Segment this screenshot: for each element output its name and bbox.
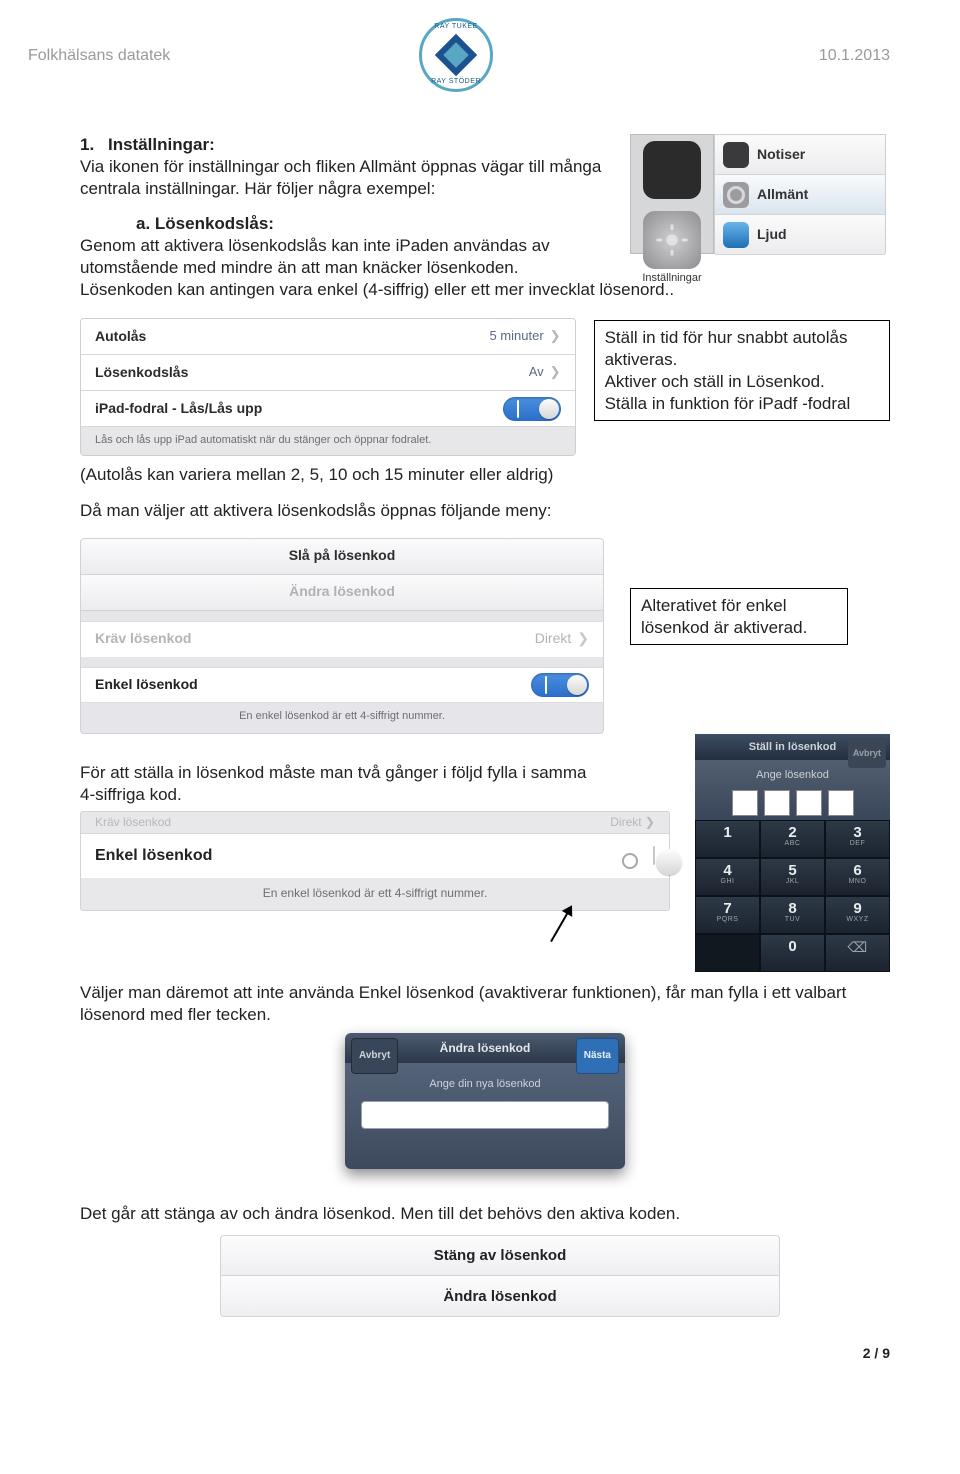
settings-row-label: Ljud xyxy=(757,226,787,244)
settings-row-ljud[interactable]: Ljud xyxy=(715,215,885,255)
note-set-code-twice: För att ställa in lösenkod måste man två… xyxy=(80,762,600,806)
row-autolas[interactable]: Autolås 5 minuter ❯ xyxy=(81,319,575,355)
arrow-annotation xyxy=(80,911,890,939)
backspace-key[interactable]: ⌫ xyxy=(825,934,890,972)
key-blank xyxy=(695,934,760,972)
row-enkel-losenkod[interactable]: Enkel lösenkod xyxy=(81,667,603,703)
page-number: 2 / 9 xyxy=(28,1345,890,1363)
note-non-simple: Väljer man däremot att inte använda Enke… xyxy=(80,982,890,1026)
callout-autolock: Ställ in tid för hur snabbt autolås akti… xyxy=(594,320,890,421)
key-3[interactable]: 3DEF xyxy=(825,820,890,858)
dialog-prompt: Ange din nya lösenkod xyxy=(361,1077,609,1091)
settings-row-label: Allmänt xyxy=(757,186,808,204)
key-5[interactable]: 5JKL xyxy=(760,858,825,896)
chevron-right-icon: ❯ xyxy=(550,364,561,381)
toggle-on-icon[interactable] xyxy=(531,673,589,697)
row-stang-av[interactable]: Stäng av lösenkod xyxy=(221,1236,779,1276)
screenshot-passcode-menu: Slå på lösenkod Ändra lösenkod Kräv löse… xyxy=(80,538,604,734)
toggle-on-icon[interactable] xyxy=(503,397,561,421)
logo-text-top: RAY TUKEE xyxy=(422,23,490,32)
cancel-button[interactable]: Avbryt xyxy=(351,1038,398,1074)
row-andra[interactable]: Ändra lösenkod xyxy=(221,1276,779,1316)
logo: RAY TUKEE RAY STÖDER xyxy=(419,18,499,98)
callout-enkel-on: Alterativet för enkel lösenkod är aktive… xyxy=(630,588,848,646)
keypad-prompt: Ange lösenkod xyxy=(695,760,890,820)
settings-app-icon xyxy=(643,211,701,269)
app-icon-unknown xyxy=(643,141,701,199)
logo-icon xyxy=(435,34,477,76)
screenshot-autolock-list: Autolås 5 minuter ❯ Lösenkodslås Av ❯ iP… xyxy=(80,318,576,456)
settings-row-label: Notiser xyxy=(757,146,805,164)
notifications-icon xyxy=(723,142,749,168)
key-1[interactable]: 1 xyxy=(695,820,760,858)
keypad-titlebar: Ställ in lösenkod Avbryt xyxy=(695,734,890,760)
note-autolock-range: (Autolås kan variera mellan 2, 5, 10 och… xyxy=(80,464,890,486)
list-footer-note: Lås och lås upp iPad automatiskt när du … xyxy=(81,427,575,455)
settings-row-allmant[interactable]: Allmänt xyxy=(715,175,885,215)
header-left: Folkhälsans datatek xyxy=(28,18,419,66)
key-4[interactable]: 4GHI xyxy=(695,858,760,896)
gear-icon xyxy=(723,182,749,208)
key-6[interactable]: 6MNO xyxy=(825,858,890,896)
row-andra-disabled: Ändra lösenkod xyxy=(81,575,603,611)
header-date: 10.1.2013 xyxy=(499,18,890,66)
key-0[interactable]: 0 xyxy=(760,934,825,972)
row-enkel-losenkod-off[interactable]: Enkel lösenkod xyxy=(81,834,669,878)
row-krav-losenkod: Kräv lösenkod Direkt ❯ xyxy=(81,621,603,657)
list-footer-note: En enkel lösenkod är ett 4-siffrigt numm… xyxy=(81,703,603,733)
logo-text-bottom: RAY STÖDER xyxy=(422,78,490,87)
screenshot-settings-icon: Inställningar Notiser Allmänt Ljud xyxy=(630,134,890,262)
screenshot-enkel-off: Kräv lösenkod Direkt ❯ Enkel lösenkod En… xyxy=(80,811,670,910)
toggle-off-icon[interactable] xyxy=(653,846,655,865)
screenshot-change-passcode-dialog: Avbryt Ändra lösenkod Nästa Ange din nya… xyxy=(345,1033,625,1169)
dialog-title: Ändra lösenkod xyxy=(440,1041,531,1055)
chevron-right-icon: ❯ xyxy=(577,630,589,648)
next-button[interactable]: Nästa xyxy=(576,1038,619,1074)
screenshot-turnoff-list: Stäng av lösenkod Ändra lösenkod xyxy=(220,1235,780,1317)
settings-row-notiser[interactable]: Notiser xyxy=(715,135,885,175)
page-header: Folkhälsans datatek RAY TUKEE RAY STÖDER… xyxy=(28,18,890,98)
row-sla-pa[interactable]: Slå på lösenkod xyxy=(81,539,603,575)
passcode-input[interactable] xyxy=(361,1101,609,1129)
note-turn-off: Det går att stänga av och ändra lösenkod… xyxy=(80,1203,890,1225)
cancel-button[interactable]: Avbryt xyxy=(848,738,886,768)
key-2[interactable]: 2ABC xyxy=(760,820,825,858)
row-ipad-fodral[interactable]: iPad-fodral - Lås/Lås upp xyxy=(81,391,575,427)
sound-icon xyxy=(723,222,749,248)
chevron-right-icon: ❯ xyxy=(550,328,561,345)
row-losenkodslas[interactable]: Lösenkodslås Av ❯ xyxy=(81,355,575,391)
note-open-menu: Då man väljer att aktivera lösenkodslås … xyxy=(80,500,890,522)
